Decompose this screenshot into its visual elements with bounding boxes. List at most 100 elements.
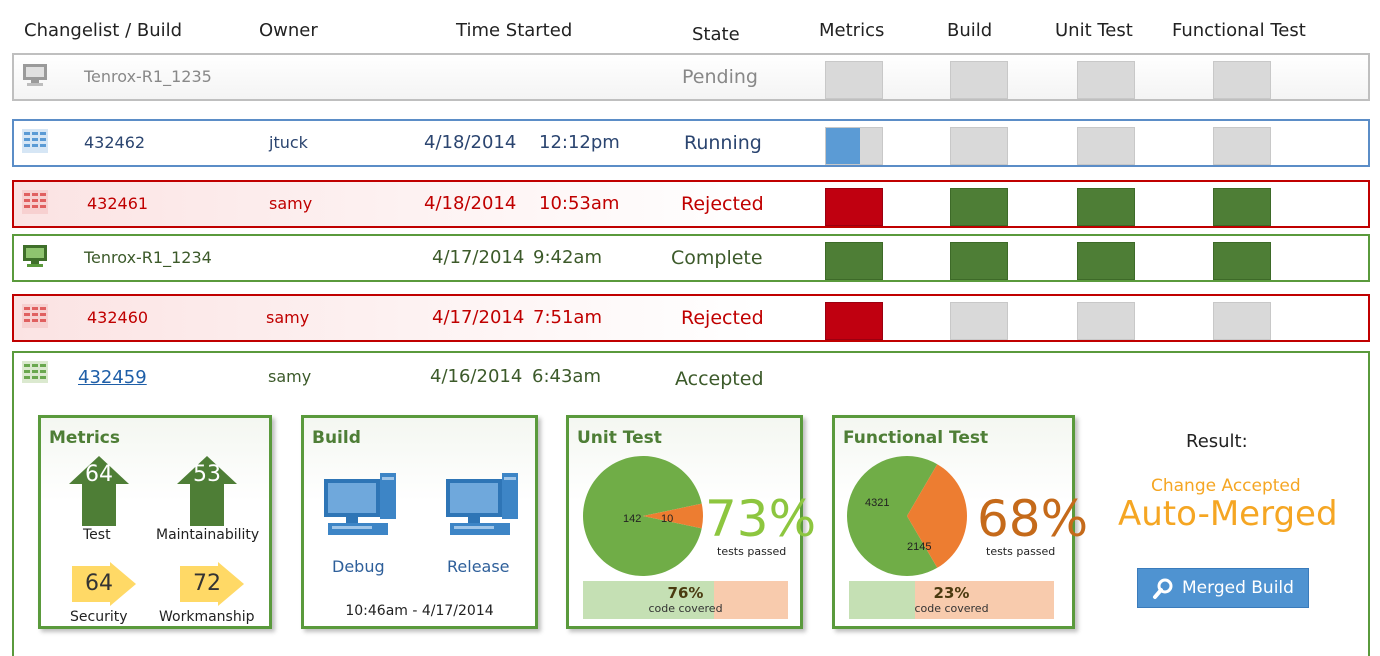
start-time: 9:42am: [533, 247, 602, 268]
test-score: 64: [85, 462, 113, 487]
changelist-id[interactable]: Tenrox-R1_1235: [84, 67, 212, 86]
pie-passed-value: 142: [623, 513, 641, 525]
stage-metrics[interactable]: [825, 61, 883, 99]
start-time: 12:12pm: [539, 132, 620, 153]
header-owner[interactable]: Owner: [259, 20, 318, 41]
build-row[interactable]: Tenrox-R1_1235 Pending: [12, 53, 1370, 101]
stage-functional-test[interactable]: [1213, 61, 1271, 99]
stage-unit-test[interactable]: [1077, 302, 1135, 340]
computer-green-icon: [23, 245, 47, 267]
stage-unit-test[interactable]: [1077, 61, 1135, 99]
merged-build-button[interactable]: Merged Build: [1137, 568, 1309, 608]
maintainability-label: Maintainability: [156, 527, 260, 543]
state-label: Accepted: [675, 368, 764, 390]
state-label: Rejected: [681, 307, 764, 329]
stage-build[interactable]: [950, 188, 1008, 226]
functional-test-pie-chart: 4321 2145: [847, 456, 967, 576]
column-header-row: Changelist / Build Owner Time Started St…: [0, 0, 1380, 50]
header-build[interactable]: Build: [947, 20, 992, 41]
owner: samy: [269, 194, 313, 213]
panel-title: Unit Test: [577, 428, 662, 448]
tests-passed-label: tests passed: [717, 545, 787, 558]
metrics-panel: Metrics 64 Test 53 Maintainability 64 Se…: [38, 415, 272, 629]
result-subtitle: Change Accepted: [1151, 476, 1301, 496]
build-row[interactable]: Tenrox-R1_1234 4/17/2014 9:42am Complete: [12, 234, 1370, 282]
start-time: 6:43am: [532, 366, 601, 387]
changelist-id[interactable]: 432462: [84, 133, 145, 152]
header-changelist[interactable]: Changelist / Build: [24, 20, 182, 41]
stage-functional-test[interactable]: [1213, 127, 1271, 165]
computer-release-icon[interactable]: [444, 471, 524, 541]
build-row[interactable]: 432461 samy 4/18/2014 10:53am Rejected: [12, 180, 1370, 228]
stage-build[interactable]: [950, 242, 1008, 280]
result-heading: Result:: [1186, 431, 1248, 452]
header-state[interactable]: State: [692, 24, 740, 45]
stage-unit-test[interactable]: [1077, 188, 1135, 226]
expanded-build-row: 432459 samy 4/16/2014 6:43am Accepted Me…: [12, 351, 1370, 656]
stage-build[interactable]: [950, 302, 1008, 340]
panel-title: Metrics: [49, 428, 120, 448]
header-functional-test[interactable]: Functional Test: [1172, 20, 1306, 41]
stage-build[interactable]: [950, 61, 1008, 99]
start-date: 4/17/2014: [432, 247, 525, 268]
changelist-red-icon: [22, 190, 48, 214]
tests-passed-percent: 68%: [977, 490, 1089, 548]
coverage-bar: 76% code covered: [583, 581, 788, 619]
release-label[interactable]: Release: [447, 557, 510, 576]
pie-passed-value: 4321: [865, 497, 889, 509]
start-date: 4/16/2014: [430, 366, 523, 387]
panel-title: Build: [312, 428, 361, 448]
header-metrics[interactable]: Metrics: [819, 20, 884, 41]
coverage-bar: 23% code covered: [849, 581, 1054, 619]
stage-functional-test[interactable]: [1213, 242, 1271, 280]
state-label: Running: [684, 132, 762, 154]
start-time: 7:51am: [533, 307, 602, 328]
build-timestamp: 10:46am - 4/17/2014: [345, 603, 494, 619]
stage-metrics[interactable]: [825, 188, 883, 226]
stage-unit-test[interactable]: [1077, 242, 1135, 280]
changelist-id[interactable]: Tenrox-R1_1234: [84, 248, 212, 267]
stage-metrics[interactable]: [825, 127, 883, 165]
stage-unit-test[interactable]: [1077, 127, 1135, 165]
unit-test-pie-chart: 142 10: [583, 456, 703, 576]
computer-debug-icon[interactable]: [322, 471, 402, 541]
arrow-up-icon: 53: [177, 456, 237, 526]
coverage-label: code covered: [648, 602, 723, 615]
start-date: 4/18/2014: [424, 193, 517, 214]
start-date: 4/17/2014: [432, 307, 525, 328]
result-title: Auto-Merged: [1118, 494, 1338, 534]
changelist-green-icon: [22, 361, 48, 383]
tests-passed-percent: 73%: [705, 490, 817, 548]
stage-metrics[interactable]: [825, 302, 883, 340]
start-date: 4/18/2014: [424, 132, 517, 153]
build-panel: Build Debug Release 10:46am - 4/17/2014: [301, 415, 538, 629]
arrow-right-icon: 64: [72, 562, 136, 606]
stage-metrics[interactable]: [825, 242, 883, 280]
stage-functional-test[interactable]: [1213, 302, 1271, 340]
start-time: 10:53am: [539, 193, 620, 214]
search-icon: [1153, 578, 1173, 599]
build-row[interactable]: 432460 samy 4/17/2014 7:51am Rejected: [12, 294, 1370, 342]
changelist-id[interactable]: 432461: [87, 194, 148, 213]
stage-functional-test[interactable]: [1213, 188, 1271, 226]
tests-passed-label: tests passed: [986, 545, 1056, 558]
pie-failed-value: 2145: [907, 541, 931, 553]
owner: samy: [268, 367, 312, 386]
arrow-right-icon: 72: [180, 562, 244, 606]
panel-title: Functional Test: [843, 428, 989, 448]
build-row[interactable]: 432462 jtuck 4/18/2014 12:12pm Running: [12, 119, 1370, 167]
stage-build[interactable]: [950, 127, 1008, 165]
owner: samy: [266, 308, 310, 327]
functional-test-panel: Functional Test 4321 2145 68% tests pass…: [832, 415, 1088, 629]
header-unit-test[interactable]: Unit Test: [1055, 20, 1133, 41]
pie-failed-value: 10: [661, 513, 673, 525]
coverage-percent: 76%: [667, 584, 704, 602]
header-time-started[interactable]: Time Started: [456, 20, 572, 41]
test-label: Test: [83, 527, 111, 543]
changelist-link[interactable]: 432459: [78, 367, 147, 388]
computer-gray-icon: [23, 64, 47, 86]
maintainability-score: 53: [193, 462, 221, 487]
changelist-id[interactable]: 432460: [87, 308, 148, 327]
merged-build-label: Merged Build: [1182, 578, 1294, 598]
debug-label[interactable]: Debug: [332, 557, 385, 576]
